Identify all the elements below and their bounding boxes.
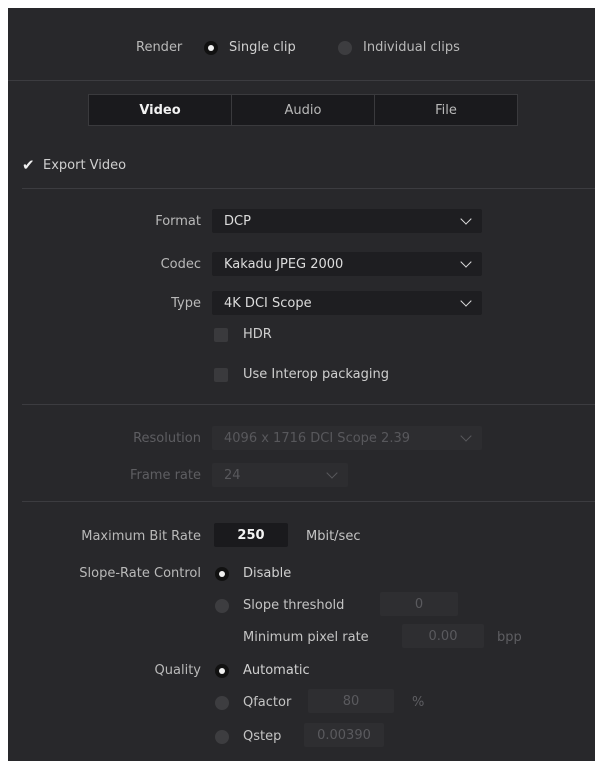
slope-threshold-label[interactable]: Slope threshold	[243, 598, 344, 613]
quality-automatic-radio[interactable]	[215, 664, 229, 678]
individual-clips-label[interactable]: Individual clips	[363, 40, 460, 55]
resolution-value: 4096 x 1716 DCI Scope 2.39	[224, 430, 410, 446]
chevron-down-icon	[460, 295, 472, 307]
max-bit-rate-label: Maximum Bit Rate	[81, 529, 201, 544]
qfactor-unit: %	[412, 695, 425, 710]
divider	[22, 404, 595, 405]
format-select[interactable]: DCP	[212, 209, 482, 233]
hdr-checkbox[interactable]	[214, 328, 228, 342]
single-clip-radio[interactable]	[204, 41, 218, 55]
slope-threshold-input[interactable]: 0	[380, 592, 458, 616]
qstep-label[interactable]: Qstep	[243, 729, 281, 744]
render-label: Render	[136, 40, 183, 55]
chevron-down-icon	[460, 256, 472, 268]
tab-video[interactable]: Video	[89, 95, 231, 125]
slope-disable-label[interactable]: Disable	[243, 566, 291, 581]
max-bit-rate-input[interactable]: 250	[214, 523, 288, 547]
render-settings-panel: Render Single clip Individual clips Vide…	[8, 8, 595, 761]
qfactor-label[interactable]: Qfactor	[243, 695, 291, 710]
interop-checkbox[interactable]	[214, 368, 228, 382]
quality-qstep-radio[interactable]	[215, 730, 229, 744]
format-value: DCP	[224, 213, 251, 229]
resolution-select[interactable]: 4096 x 1716 DCI Scope 2.39	[212, 426, 482, 450]
tab-bar: Video Audio File	[88, 94, 518, 126]
single-clip-label[interactable]: Single clip	[229, 40, 296, 55]
codec-select[interactable]: Kakadu JPEG 2000	[212, 252, 482, 276]
tab-audio[interactable]: Audio	[231, 95, 374, 125]
type-select[interactable]: 4K DCI Scope	[212, 291, 482, 315]
type-value: 4K DCI Scope	[224, 295, 312, 311]
frame-rate-label: Frame rate	[129, 468, 201, 483]
interop-label[interactable]: Use Interop packaging	[243, 367, 389, 382]
divider	[8, 80, 595, 81]
quality-label: Quality	[154, 663, 201, 678]
export-video-label[interactable]: Export Video	[43, 158, 126, 173]
min-pixel-rate-label: Minimum pixel rate	[243, 630, 369, 645]
individual-clips-radio[interactable]	[338, 41, 352, 55]
qfactor-input[interactable]: 80	[308, 689, 394, 713]
max-bit-rate-unit: Mbit/sec	[306, 529, 361, 544]
export-video-checkmark-icon[interactable]: ✔	[22, 156, 35, 174]
format-label: Format	[155, 214, 201, 229]
qstep-input[interactable]: 0.00390	[304, 723, 384, 747]
chevron-down-icon	[326, 467, 338, 479]
frame-rate-select[interactable]: 24	[212, 463, 348, 487]
hdr-label[interactable]: HDR	[243, 327, 272, 342]
quality-qfactor-radio[interactable]	[215, 696, 229, 710]
resolution-label: Resolution	[133, 431, 201, 446]
type-label: Type	[171, 296, 201, 311]
chevron-down-icon	[460, 430, 472, 442]
codec-value: Kakadu JPEG 2000	[224, 256, 344, 272]
min-pixel-rate-unit: bpp	[497, 630, 522, 645]
codec-label: Codec	[160, 257, 201, 272]
slope-disable-radio[interactable]	[215, 567, 229, 581]
divider	[22, 188, 595, 189]
slope-threshold-radio[interactable]	[215, 599, 229, 613]
min-pixel-rate-input[interactable]: 0.00	[402, 624, 484, 648]
frame-rate-value: 24	[224, 467, 241, 483]
tab-file[interactable]: File	[374, 95, 517, 125]
divider	[22, 501, 595, 502]
chevron-down-icon	[460, 213, 472, 225]
quality-automatic-label[interactable]: Automatic	[243, 663, 310, 678]
slope-rate-label: Slope-Rate Control	[79, 566, 201, 581]
